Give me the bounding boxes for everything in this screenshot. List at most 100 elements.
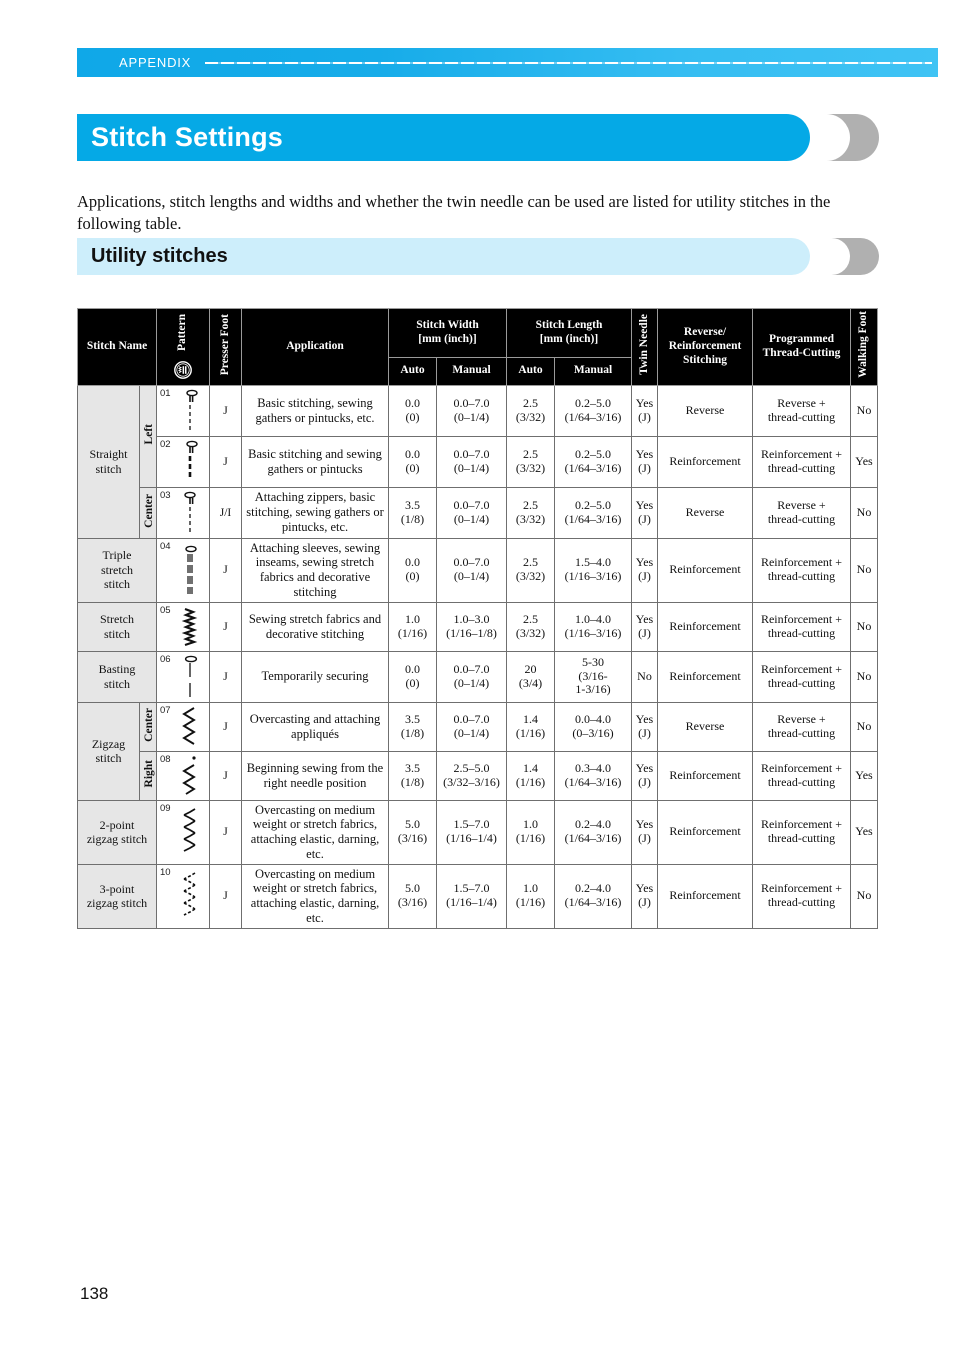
reverse-reinforcement-value: Reverse — [657, 701, 753, 752]
table-row: 3-point zigzag stitch 10 J Overcasting o… — [77, 863, 878, 929]
width-auto-value: 0.0 (0) — [388, 384, 437, 437]
pattern-index: 10 — [160, 866, 171, 878]
length-auto-value: 2.5 (3/32) — [506, 537, 555, 603]
length-manual-value: 0.2–5.0 (1/64–3/16) — [554, 486, 632, 539]
reverse-reinforcement-value: Reverse — [657, 384, 753, 437]
utility-stitches-table-wrapper: Stitch Name Pattern Presser Foot Applica… — [77, 308, 878, 929]
presser-foot-value: J — [209, 601, 242, 652]
length-manual-value: 0.2–5.0 (1/64–3/16) — [554, 384, 632, 437]
stitch-name-basting-stitch: Basting stitch — [77, 650, 157, 703]
stitch-pattern-dial-icon — [174, 360, 192, 379]
page-number: 138 — [80, 1284, 109, 1303]
reverse-reinforcement-value: Reinforcement — [657, 863, 753, 929]
pattern-index: 04 — [160, 540, 171, 552]
group-name-line-2: stitch — [95, 461, 122, 476]
twin-needle-value: Yes (J) — [631, 537, 658, 603]
triple-stretch-stitch-icon — [160, 544, 206, 596]
col-header-programmed-thread-cutting: Programmed Thread-Cutting — [752, 308, 851, 386]
twin-needle-value: Yes (J) — [631, 601, 658, 652]
width-auto-value: 3.5 (1/8) — [388, 750, 437, 801]
length-auto-value: 1.4 (1/16) — [506, 701, 555, 752]
length-auto-value: 1.0 (1/16) — [506, 799, 555, 865]
twin-needle-value: Yes (J) — [631, 435, 658, 488]
thread-cutting-value: Reinforcement + thread-cutting — [752, 750, 851, 801]
presser-foot-value: J — [209, 384, 242, 437]
pattern-index: 07 — [160, 704, 171, 716]
stitch-name-3-point-zigzag-stitch: 3-point zigzag stitch — [77, 863, 157, 929]
application-value: Attaching sleeves, sewing inseams, sewin… — [241, 537, 389, 603]
walking-foot-value: No — [850, 537, 878, 603]
thread-cutting-value: Reverse + thread-cutting — [752, 701, 851, 752]
twin-needle-value: Yes (J) — [631, 863, 658, 929]
width-auto-value: 0.0 (0) — [388, 537, 437, 603]
table-row: Center 03 J/I Attaching zippers, basic s… — [78, 486, 878, 539]
stitch-length-title: Stitch Length — [535, 318, 603, 331]
col-header-stitch-name: Stitch Name — [77, 308, 157, 386]
presser-foot-value: J — [209, 435, 242, 488]
ptc-line-1: Programmed — [769, 332, 834, 345]
presser-foot-value: J — [209, 863, 242, 929]
pattern-cell: 07 — [156, 701, 210, 752]
application-value: Temporarily securing — [241, 650, 389, 703]
col-header-presser-foot: Presser Foot — [209, 308, 242, 386]
length-manual-value: 1.5–4.0 (1/16–3/16) — [554, 537, 632, 603]
width-manual-value: 0.0–7.0 (0–1/4) — [436, 384, 507, 437]
walking-foot-value: No — [850, 701, 878, 752]
table-header-row-1: Stitch Name Pattern Presser Foot Applica… — [77, 308, 878, 386]
pattern-index: 09 — [160, 802, 171, 814]
needle-position-label: Center — [143, 494, 155, 528]
stitch-width-unit: [mm (inch)] — [418, 332, 477, 345]
length-manual-value: 1.0–4.0 (1/16–3/16) — [554, 601, 632, 652]
needle-position-left: Left — [139, 384, 157, 488]
presser-foot-value: J — [209, 537, 242, 603]
section-intro-text: Applications, stitch lengths and widths … — [77, 191, 831, 233]
thread-cutting-value: Reinforcement + thread-cutting — [752, 650, 851, 703]
twin-needle-value: Yes (J) — [631, 750, 658, 801]
section-title-banner: Stitch Settings — [77, 114, 879, 161]
col-header-twin-needle-label: Twin Needle — [637, 313, 650, 375]
stitch-width-title: Stitch Width — [416, 318, 479, 331]
thread-cutting-value: Reinforcement + thread-cutting — [752, 435, 851, 488]
twin-needle-value: Yes (J) — [631, 799, 658, 865]
col-header-stitch-length: Stitch Length [mm (inch)] — [506, 308, 632, 358]
twin-needle-value: No — [631, 650, 658, 703]
twin-needle-value: Yes (J) — [631, 486, 658, 539]
table-row: Triple stretch stitch 04 J Attaching sle… — [77, 537, 878, 603]
width-manual-value: 1.5–7.0 (1/16–1/4) — [436, 863, 507, 929]
length-auto-value: 2.5 (3/32) — [506, 384, 555, 437]
appendix-label: APPENDIX — [119, 55, 192, 70]
col-header-length-manual: Manual — [554, 356, 632, 386]
width-auto-value: 5.0 (3/16) — [388, 799, 437, 865]
col-header-twin-needle: Twin Needle — [631, 308, 658, 386]
col-header-length-auto: Auto — [506, 356, 555, 386]
pattern-cell: 06 — [156, 650, 210, 703]
rr-line-2: Reinforcement — [668, 339, 742, 352]
col-header-application: Application — [241, 308, 389, 386]
stitch-name-straight-stitch: Straight stitch — [77, 384, 140, 539]
subsection-title-bar: Utility stitches — [77, 238, 810, 275]
length-manual-value: 0.2–4.0 (1/64–3/16) — [554, 863, 632, 929]
application-value: Overcasting and attaching appliqués — [241, 701, 389, 752]
pattern-cell: 10 — [156, 863, 210, 929]
header-dashed-rule — [205, 61, 932, 64]
table-row: Basting stitch 06 J Temporarily securing — [77, 650, 878, 703]
page-title: Stitch Settings — [91, 122, 284, 152]
section-title-bar: Stitch Settings — [77, 114, 810, 161]
width-manual-value: 0.0–7.0 (0–1/4) — [436, 650, 507, 703]
pattern-index: 03 — [160, 489, 171, 501]
reverse-reinforcement-value: Reverse — [657, 486, 753, 539]
group-name-line-1: Straight — [89, 447, 128, 462]
presser-foot-value: J — [209, 701, 242, 752]
length-auto-value: 1.0 (1/16) — [506, 863, 555, 929]
pattern-index: 05 — [160, 604, 171, 616]
length-manual-value: 0.3–4.0 (1/64–3/16) — [554, 750, 632, 801]
length-auto-value: 2.5 (3/32) — [506, 601, 555, 652]
subsection-crescent-notch — [810, 238, 850, 275]
table-row: Right 08 J Beginning sewing from the rig… — [78, 750, 878, 801]
pattern-index: 02 — [160, 438, 171, 450]
thread-cutting-value: Reinforcement + thread-cutting — [752, 601, 851, 652]
col-header-width-manual: Manual — [436, 356, 507, 386]
table-row: 02 J Basic stitching and sewing gathers … — [78, 435, 878, 488]
col-header-walking-foot-label: Walking Foot — [857, 311, 870, 378]
subsection-title: Utility stitches — [91, 245, 228, 267]
